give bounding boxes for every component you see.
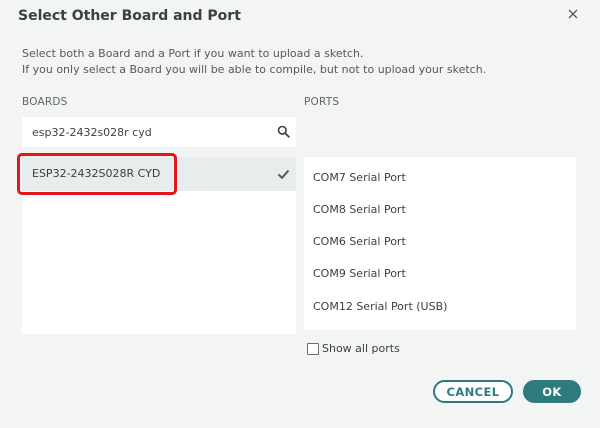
- port-list: COM7 Serial Port COM8 Serial Port COM6 S…: [304, 157, 576, 330]
- show-all-ports-label: Show all ports: [322, 342, 400, 355]
- board-list: ESP32-2432S028R CYD: [22, 157, 296, 334]
- port-item[interactable]: COM12 Serial Port (USB): [313, 300, 447, 313]
- dialog-description: Select both a Board and a Port if you wa…: [22, 46, 486, 78]
- close-icon[interactable]: [566, 7, 580, 21]
- description-line-2: If you only select a Board you will be a…: [22, 63, 487, 76]
- board-item-name: ESP32-2432S028R CYD: [32, 167, 161, 180]
- board-search-input[interactable]: [32, 123, 262, 141]
- dialog-title: Select Other Board and Port: [18, 8, 241, 24]
- port-item[interactable]: COM7 Serial Port: [313, 171, 406, 184]
- board-item[interactable]: ESP32-2432S028R CYD: [22, 157, 296, 191]
- cancel-button[interactable]: CANCEL: [433, 380, 513, 403]
- search-icon[interactable]: [277, 125, 290, 138]
- checkmark-icon: [277, 169, 290, 180]
- select-board-port-dialog: Select Other Board and Port Select both …: [0, 0, 600, 428]
- port-item[interactable]: COM8 Serial Port: [313, 203, 406, 216]
- board-search-box[interactable]: [22, 117, 296, 147]
- description-line-1: Select both a Board and a Port if you wa…: [22, 47, 364, 60]
- ok-button[interactable]: OK: [523, 380, 581, 403]
- boards-label: BOARDS: [22, 96, 68, 108]
- port-item[interactable]: COM9 Serial Port: [313, 267, 406, 280]
- port-item[interactable]: COM6 Serial Port: [313, 235, 406, 248]
- ports-label: PORTS: [304, 96, 340, 108]
- show-all-ports-checkbox[interactable]: [307, 343, 319, 355]
